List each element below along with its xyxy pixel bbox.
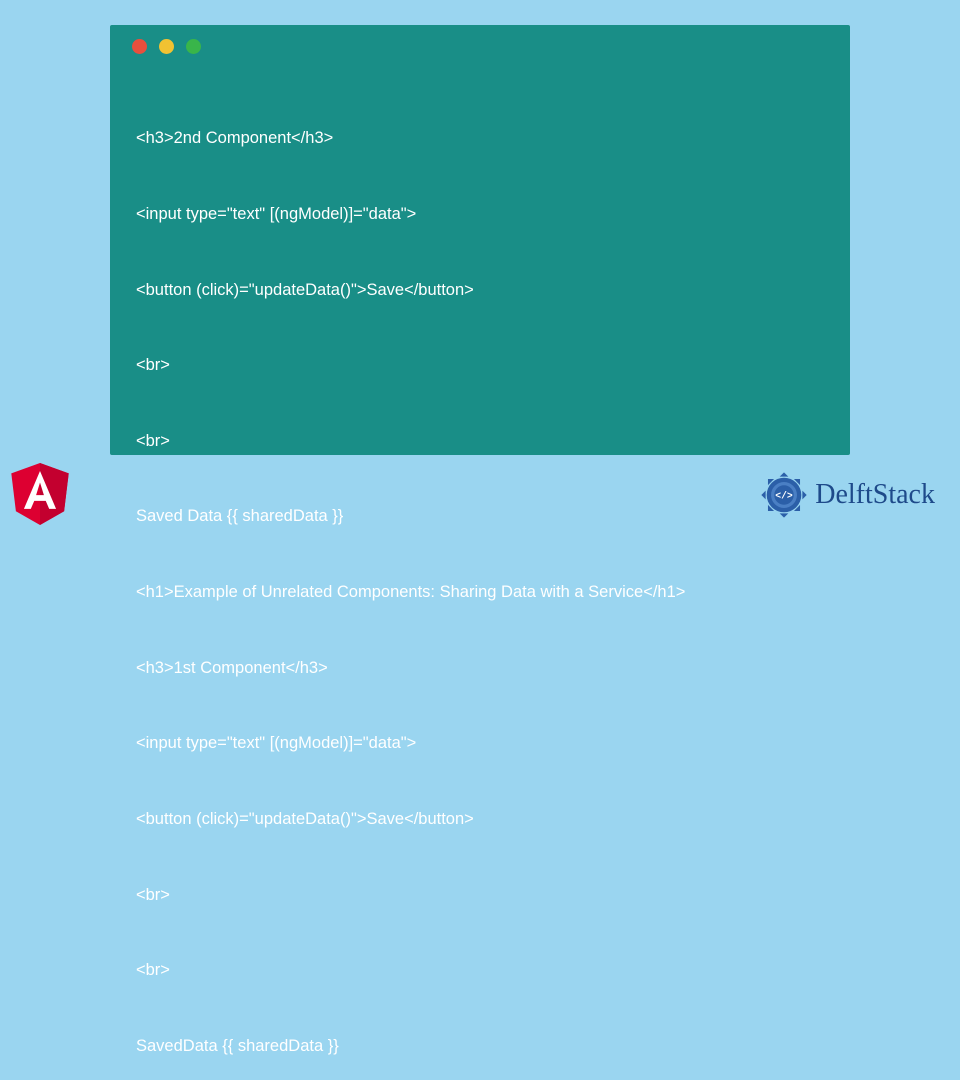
close-dot[interactable] — [132, 39, 147, 54]
delftstack-gear-icon: </> — [757, 468, 811, 522]
code-line: <br> — [136, 958, 824, 983]
maximize-dot[interactable] — [186, 39, 201, 54]
code-line: <br> — [136, 429, 824, 454]
code-line: <h3>2nd Component</h3> — [136, 126, 824, 151]
code-line: <h1>Example of Unrelated Components: Sha… — [136, 580, 824, 605]
code-line: Saved Data {{ sharedData }} — [136, 504, 824, 529]
window-controls — [110, 25, 850, 54]
angular-logo-icon — [10, 463, 70, 530]
minimize-dot[interactable] — [159, 39, 174, 54]
code-line: <button (click)="updateData()">Save</but… — [136, 807, 824, 832]
code-body: <h3>2nd Component</h3> <input type="text… — [110, 54, 850, 1080]
code-line: <h3>1st Component</h3> — [136, 656, 824, 681]
delftstack-branding: </> DelftStack — [757, 468, 935, 522]
code-line: <button (click)="updateData()">Save</but… — [136, 278, 824, 303]
code-window: <h3>2nd Component</h3> <input type="text… — [110, 25, 850, 455]
code-line: SavedData {{ sharedData }} — [136, 1034, 824, 1059]
delftstack-label: DelftStack — [815, 479, 935, 511]
svg-text:</>: </> — [776, 490, 794, 501]
code-line: <br> — [136, 353, 824, 378]
code-line: <input type="text" [(ngModel)]="data"> — [136, 202, 824, 227]
code-line: <br> — [136, 883, 824, 908]
code-line: <input type="text" [(ngModel)]="data"> — [136, 731, 824, 756]
